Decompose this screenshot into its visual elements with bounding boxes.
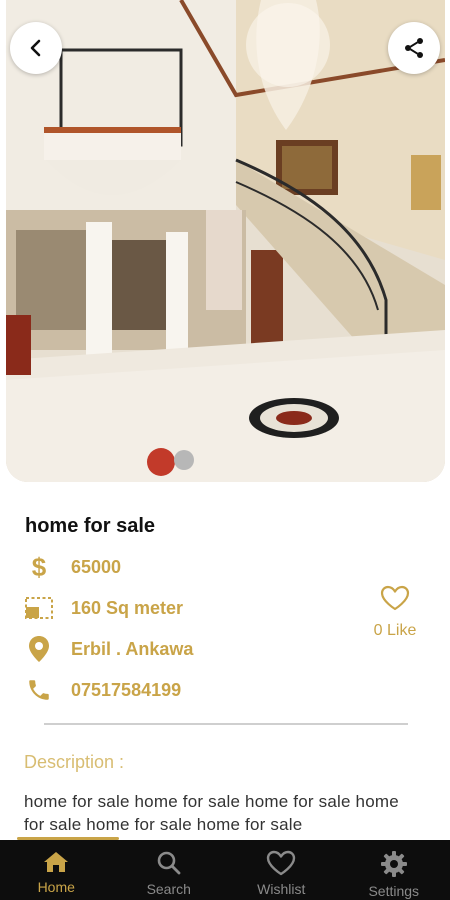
nav-wishlist-label: Wishlist xyxy=(257,881,306,897)
phone-icon xyxy=(24,675,54,705)
price-row: $ 65000 xyxy=(24,552,121,582)
description-text: home for sale home for sale home for sal… xyxy=(24,792,399,834)
area-row: 160 Sq meter xyxy=(24,593,183,623)
like-button[interactable] xyxy=(380,585,410,616)
location-pin-icon xyxy=(24,634,54,664)
listing-title: home for sale xyxy=(25,515,156,537)
back-button[interactable] xyxy=(10,22,62,74)
location-row: Erbil . Ankawa xyxy=(24,634,193,664)
heart-outline-icon xyxy=(380,585,410,611)
share-icon xyxy=(405,38,423,58)
phone-row[interactable]: 07517584199 xyxy=(24,675,181,705)
property-photo xyxy=(6,0,445,482)
description-label: Description : xyxy=(24,752,125,772)
bottom-navigation: Home Search Wishlist Settings xyxy=(0,840,450,900)
nav-wishlist[interactable]: Wishlist xyxy=(225,840,338,900)
chevron-left-icon xyxy=(30,39,41,57)
area-icon xyxy=(24,593,54,623)
home-icon xyxy=(44,852,69,872)
area-value: 160 Sq meter xyxy=(71,597,184,618)
search-icon xyxy=(157,851,181,875)
nav-search[interactable]: Search xyxy=(113,840,226,900)
dollar-icon: $ xyxy=(24,552,54,582)
property-photo-illustration xyxy=(6,0,445,482)
nav-home[interactable]: Home xyxy=(0,840,113,900)
like-section: 0 Like xyxy=(365,585,425,640)
nav-settings[interactable]: Settings xyxy=(338,840,450,900)
divider xyxy=(44,723,408,725)
nav-settings-label: Settings xyxy=(368,883,420,899)
nav-search-label: Search xyxy=(146,881,191,897)
like-count: 0 Like xyxy=(373,622,417,639)
heart-icon xyxy=(267,850,296,876)
location-value: Erbil . Ankawa xyxy=(71,638,194,659)
svg-text:$: $ xyxy=(32,553,47,581)
nav-home-label: Home xyxy=(37,879,75,895)
price-value: 65000 xyxy=(71,556,122,577)
gear-icon xyxy=(380,851,407,877)
phone-value[interactable]: 07517584199 xyxy=(71,680,181,701)
share-button[interactable] xyxy=(388,22,440,74)
